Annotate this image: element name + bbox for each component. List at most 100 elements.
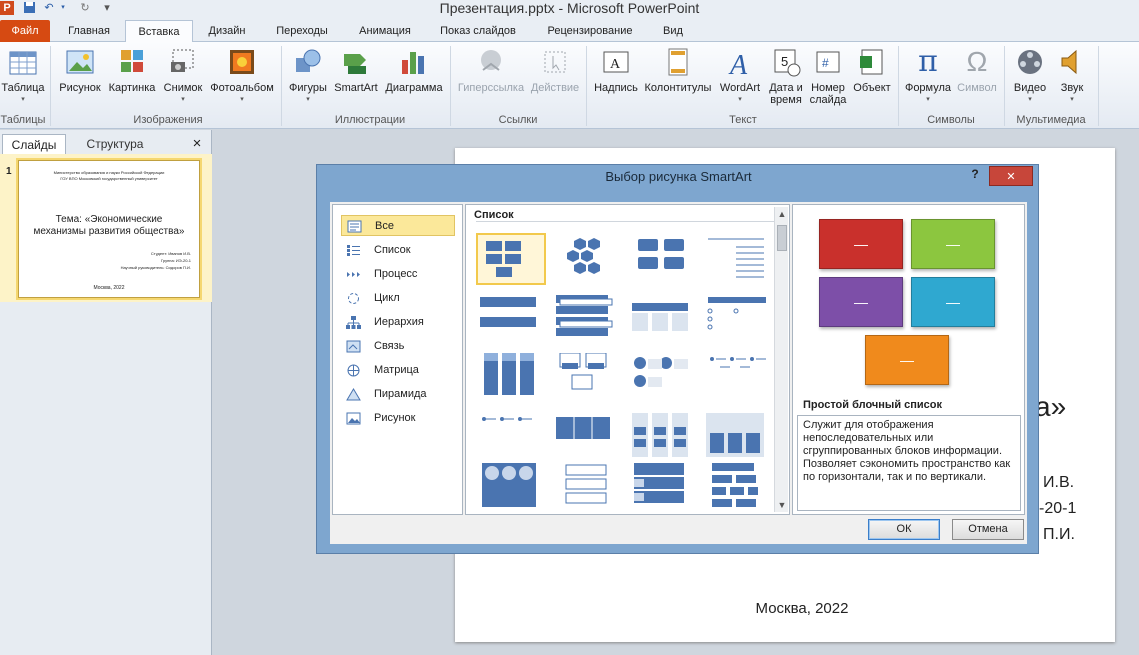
- layout-grouped-list[interactable]: [630, 413, 700, 465]
- preview-block-red: —: [819, 219, 903, 269]
- preview-description: Служит для отображения непоследовательны…: [797, 415, 1021, 511]
- gallery-scrollbar[interactable]: ▲ ▼: [774, 207, 788, 512]
- scroll-down-icon[interactable]: ▼: [777, 500, 787, 510]
- matrix-icon: [346, 364, 361, 377]
- slide-thumbnail[interactable]: Министерство образования и науки Российс…: [18, 160, 200, 298]
- hierarchy-icon: [346, 316, 361, 329]
- tab-insert[interactable]: Вставка: [125, 20, 193, 43]
- thumb-header-2: ГОУ ВПО Московский государственный униве…: [60, 176, 158, 181]
- layout-trapezoid-list[interactable]: [476, 413, 546, 465]
- close-panel-icon[interactable]: ×: [188, 134, 206, 154]
- wordart-button[interactable]: A WordArt ▾: [716, 46, 764, 106]
- object-button[interactable]: Объект: [850, 46, 894, 94]
- scroll-up-icon[interactable]: ▲: [777, 209, 787, 219]
- clipart-button[interactable]: Картинка: [106, 46, 158, 94]
- scroll-thumb[interactable]: [777, 225, 787, 251]
- cycle-icon: [346, 292, 361, 305]
- category-process[interactable]: Процесс: [341, 264, 455, 285]
- screenshot-button[interactable]: Снимок ▾: [160, 46, 206, 106]
- chart-button[interactable]: Диаграмма: [382, 46, 446, 94]
- date-time-button[interactable]: 5 Дата и время: [766, 46, 806, 106]
- tab-slides[interactable]: Слайды: [2, 134, 66, 154]
- layout-picture-caption[interactable]: [554, 352, 624, 405]
- layout-descending-list[interactable]: [554, 463, 624, 513]
- category-pyramid[interactable]: Пирамида: [341, 384, 455, 405]
- svg-text:5: 5: [781, 54, 788, 69]
- layout-basic-block-list[interactable]: [476, 233, 546, 285]
- picture-button[interactable]: Рисунок: [56, 46, 104, 94]
- symbol-button[interactable]: Ω Символ: [954, 46, 1000, 94]
- tab-review[interactable]: Рецензирование: [538, 20, 642, 42]
- layout-dot-list[interactable]: [706, 353, 776, 405]
- group-separator: [586, 46, 587, 126]
- layout-picture-accent-list[interactable]: [476, 463, 546, 513]
- slide-number-button[interactable]: # Номер слайда: [808, 46, 848, 106]
- layout-vertical-box-list[interactable]: [476, 353, 546, 405]
- category-hierarchy[interactable]: Иерархия: [341, 312, 455, 333]
- layout-table-hierarchy[interactable]: [706, 463, 776, 513]
- group-separator: [450, 46, 451, 126]
- category-all[interactable]: Все: [341, 215, 455, 236]
- layout-hexagon-cluster[interactable]: [554, 233, 624, 285]
- table-button[interactable]: Таблица ▾: [0, 46, 46, 106]
- layout-horizontal-bullet[interactable]: [706, 293, 776, 345]
- textbox-icon: A: [600, 46, 632, 78]
- all-icon: [347, 220, 362, 233]
- slide-info-fragment-3: П.И.: [1043, 526, 1075, 543]
- shapes-icon: [292, 46, 324, 78]
- thumb-info-2: Группа: ИЭ-20-1: [161, 258, 191, 263]
- layout-stacked-list[interactable]: [554, 293, 624, 345]
- equation-button[interactable]: π Формула ▾: [902, 46, 954, 106]
- preview-panel: — — — — — Простой блочный список Служит …: [792, 204, 1025, 515]
- svg-text:A: A: [610, 57, 621, 72]
- cancel-button[interactable]: Отмена: [952, 519, 1024, 540]
- hyperlink-button[interactable]: Гиперссылка: [454, 46, 528, 94]
- category-relationship[interactable]: Связь: [341, 336, 455, 357]
- ok-button[interactable]: ОК: [868, 519, 940, 540]
- category-list-item[interactable]: Список: [341, 240, 455, 261]
- window-title: Презентация.pptx - Microsoft PowerPoint: [439, 0, 700, 16]
- layout-gallery: Список ▲ ▼: [465, 204, 790, 515]
- audio-button[interactable]: Звук ▾: [1052, 46, 1092, 106]
- layout-circle-list[interactable]: [630, 353, 700, 405]
- tab-design[interactable]: Дизайн: [200, 20, 254, 42]
- slide-number: 1: [6, 166, 12, 177]
- category-cycle[interactable]: Цикл: [341, 288, 455, 309]
- layout-grouped-blocks[interactable]: [630, 233, 700, 285]
- tab-outline[interactable]: Структура: [74, 134, 156, 154]
- layout-vertical-bullet-list[interactable]: [476, 293, 546, 345]
- video-button[interactable]: Видео ▾: [1008, 46, 1052, 106]
- layout-bending-list[interactable]: [630, 463, 700, 513]
- category-matrix[interactable]: Матрица: [341, 360, 455, 381]
- layout-table-list[interactable]: [630, 293, 700, 345]
- group-separator: [50, 46, 51, 126]
- shapes-button[interactable]: Фигуры ▾: [286, 46, 330, 106]
- layout-lined-list[interactable]: [706, 233, 776, 285]
- hyperlink-icon: [475, 46, 507, 78]
- layout-accent-list[interactable]: [706, 413, 776, 465]
- dialog-close-button[interactable]: ✕: [989, 166, 1033, 186]
- chart-icon: [398, 46, 430, 78]
- tab-transitions[interactable]: Переходы: [268, 20, 336, 42]
- action-button[interactable]: Действие: [528, 46, 582, 94]
- help-button[interactable]: ?: [967, 167, 983, 181]
- ribbon-tabs: Файл Главная Вставка Дизайн Переходы Ани…: [0, 18, 1139, 43]
- tab-home[interactable]: Главная: [60, 20, 118, 42]
- screenshot-icon: [167, 46, 199, 78]
- picture-icon: [64, 46, 96, 78]
- table-icon: [7, 46, 39, 78]
- thumb-info-1: Студент: Иванов И.В.: [150, 251, 191, 256]
- layout-segmented-list[interactable]: [554, 413, 624, 465]
- textbox-button[interactable]: A Надпись: [592, 46, 640, 94]
- tab-view[interactable]: Вид: [656, 20, 690, 42]
- tab-slideshow[interactable]: Показ слайдов: [432, 20, 524, 42]
- process-icon: [346, 268, 361, 281]
- tab-file[interactable]: Файл: [0, 20, 50, 42]
- header-footer-button[interactable]: Колонтитулы: [642, 46, 714, 94]
- smartart-button[interactable]: SmartArt: [332, 46, 380, 94]
- tab-animation[interactable]: Анимация: [347, 20, 423, 42]
- photo-album-button[interactable]: Фотоальбом ▾: [208, 46, 276, 106]
- category-picture[interactable]: Рисунок: [341, 408, 455, 429]
- pyramid-icon: [346, 388, 361, 401]
- group-tables-label: Таблицы: [0, 114, 46, 126]
